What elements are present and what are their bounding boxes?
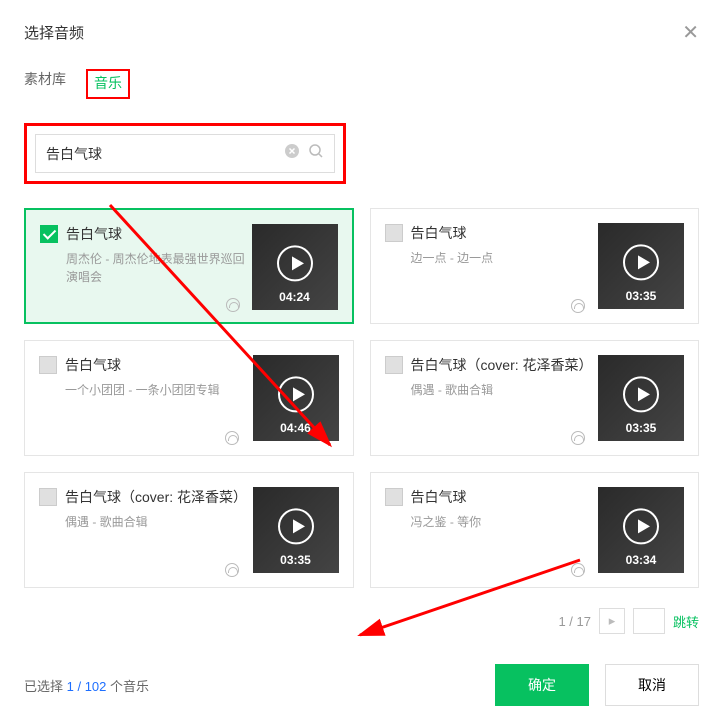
card-subtitle: 冯之鉴 - 等你: [411, 513, 599, 531]
headphones-icon: [571, 299, 585, 313]
page-input[interactable]: [633, 608, 665, 634]
audio-card[interactable]: 告白气球（cover: 花泽香菜） 偶遇 - 歌曲合辑 03:35: [24, 472, 354, 588]
card-title: 告白气球（cover: 花泽香菜）: [65, 487, 247, 507]
thumbnail[interactable]: 03:35: [253, 487, 339, 573]
card-subtitle: 偶遇 - 歌曲合辑: [411, 381, 599, 399]
cancel-button[interactable]: 取消: [605, 664, 699, 706]
pagination: 1 / 17 ▸ 跳转: [24, 608, 699, 634]
thumbnail[interactable]: 03:35: [598, 223, 684, 309]
audio-card[interactable]: 告白气球 周杰伦 - 周杰伦地表最强世界巡回演唱会 04:24: [24, 208, 354, 324]
checkbox-icon[interactable]: [40, 225, 58, 243]
checkbox-icon[interactable]: [39, 488, 57, 506]
headphones-icon: [571, 431, 585, 445]
headphones-icon: [226, 298, 240, 312]
search-highlight: [24, 123, 346, 184]
clear-icon[interactable]: [284, 143, 300, 164]
page-indicator: 1 / 17: [558, 614, 591, 629]
play-icon[interactable]: [623, 508, 659, 544]
tabs: 素材库 音乐: [24, 69, 699, 99]
audio-card[interactable]: 告白气球 一个小团团 - 一条小团团专辑 04:46: [24, 340, 354, 456]
headphones-icon: [225, 563, 239, 577]
search-input[interactable]: [46, 146, 276, 162]
checkbox-icon[interactable]: [385, 224, 403, 242]
card-subtitle: 边一点 - 边一点: [411, 249, 599, 267]
card-subtitle: 周杰伦 - 周杰伦地表最强世界巡回演唱会: [66, 250, 252, 286]
thumbnail[interactable]: 03:34: [598, 487, 684, 573]
card-title: 告白气球: [411, 223, 467, 243]
checkbox-icon[interactable]: [385, 488, 403, 506]
tab-music[interactable]: 音乐: [86, 69, 130, 99]
thumbnail[interactable]: 04:46: [253, 355, 339, 441]
play-icon[interactable]: [278, 376, 314, 412]
audio-card[interactable]: 告白气球 边一点 - 边一点 03:35: [370, 208, 700, 324]
footer: 已选择 1 / 102 个音乐 确定 取消: [24, 664, 699, 706]
card-subtitle: 一个小团团 - 一条小团团专辑: [65, 381, 253, 399]
headphones-icon: [571, 563, 585, 577]
checkbox-icon[interactable]: [39, 356, 57, 374]
duration: 03:35: [598, 289, 684, 303]
modal-title: 选择音频: [24, 22, 84, 43]
search-icon[interactable]: [308, 143, 324, 164]
play-icon[interactable]: [277, 245, 313, 281]
duration: 04:24: [252, 290, 338, 304]
results-grid: 告白气球 周杰伦 - 周杰伦地表最强世界巡回演唱会 04:24 告白气球 边一点…: [24, 208, 699, 588]
duration: 03:35: [598, 421, 684, 435]
duration: 03:34: [598, 553, 684, 567]
card-title: 告白气球: [66, 224, 122, 244]
play-icon[interactable]: [623, 376, 659, 412]
audio-card[interactable]: 告白气球 冯之鉴 - 等你 03:34: [370, 472, 700, 588]
play-icon[interactable]: [278, 508, 314, 544]
tab-library[interactable]: 素材库: [24, 69, 66, 99]
card-title: 告白气球（cover: 花泽香菜）: [411, 355, 593, 375]
next-page-button[interactable]: ▸: [599, 608, 625, 634]
card-title: 告白气球: [411, 487, 467, 507]
confirm-button[interactable]: 确定: [495, 664, 589, 706]
audio-card[interactable]: 告白气球（cover: 花泽香菜） 偶遇 - 歌曲合辑 03:35: [370, 340, 700, 456]
search-box: [35, 134, 335, 173]
card-subtitle: 偶遇 - 歌曲合辑: [65, 513, 253, 531]
thumbnail[interactable]: 04:24: [252, 224, 338, 310]
selected-count-text: 已选择 1 / 102 个音乐: [24, 676, 479, 695]
thumbnail[interactable]: 03:35: [598, 355, 684, 441]
duration: 03:35: [253, 553, 339, 567]
duration: 04:46: [253, 421, 339, 435]
close-icon[interactable]: ✕: [682, 20, 699, 45]
card-title: 告白气球: [65, 355, 121, 375]
checkbox-icon[interactable]: [385, 356, 403, 374]
play-icon[interactable]: [623, 244, 659, 280]
jump-link[interactable]: 跳转: [673, 612, 699, 631]
headphones-icon: [225, 431, 239, 445]
